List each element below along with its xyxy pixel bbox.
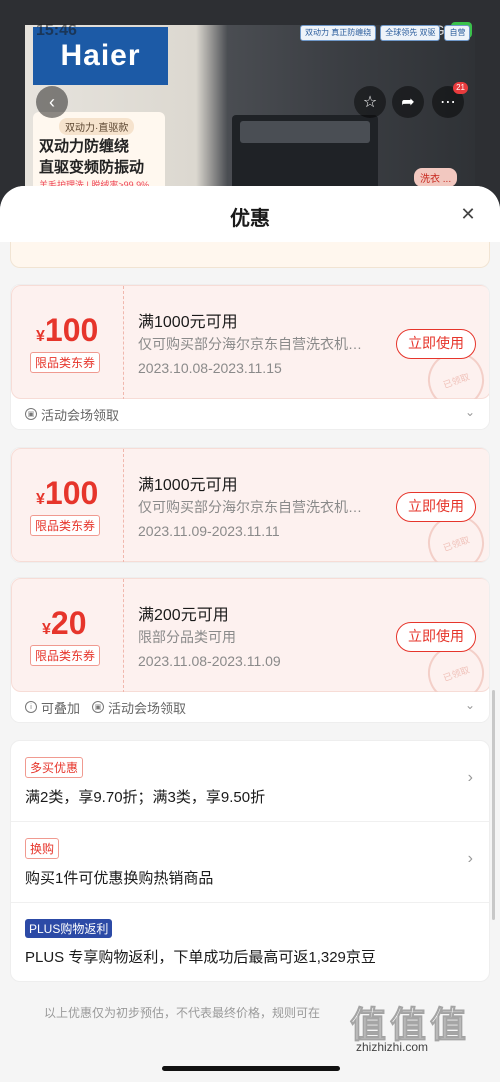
coupon: ¥100 限品类东券 满1000元可用 仅可购买部分海尔京东自营洗衣机… 202…	[11, 285, 490, 399]
amount-value: 100	[45, 312, 98, 348]
promotions-list: 多买优惠 满2类，享9.70折；满3类，享9.50折 › 换购 购买1件可优惠换…	[10, 740, 490, 982]
coupon-title: 满1000元可用	[138, 471, 238, 495]
coupon-type-tag: 限品类东券	[30, 352, 100, 373]
more-button[interactable]: ⋯21	[432, 86, 464, 118]
sheet-title: 优惠	[0, 202, 500, 231]
status-time: 15:46	[36, 22, 77, 40]
coupon-date: 2023.11.08-2023.11.09	[138, 653, 281, 669]
activity-label: 活动会场领取	[108, 698, 186, 717]
offers-scroll[interactable]: ¥100 限品类东券 满1000元可用 仅可购买部分海尔京东自营洗衣机… 202…	[0, 242, 500, 1002]
currency-symbol: ¥	[36, 491, 45, 508]
coupon-footer[interactable]: ▣ 活动会场领取 ⌄	[11, 399, 489, 429]
coupon-amount-area: ¥100 限品类东券	[12, 286, 124, 400]
coupon-card: ¥20 限品类东券 满200元可用 限部分品类可用 2023.11.08-202…	[10, 577, 490, 723]
offers-sheet: 优惠 ✕ ¥100 限品类东券 满1000元可用 仅可购买部分海尔京东自营洗衣机…	[0, 186, 500, 1082]
promo-pill: 双动力·直驱款	[59, 118, 134, 135]
ticket-icon: ▣	[92, 701, 104, 713]
amount-value: 100	[45, 475, 98, 511]
chevron-down-icon[interactable]: ⌄	[465, 405, 475, 419]
site-watermark: 值值值 zhizhizhi.com	[350, 996, 500, 1056]
feature-badge: 全球领先 双驱	[380, 25, 440, 41]
scrollbar[interactable]	[492, 690, 495, 920]
currency-symbol: ¥	[36, 328, 45, 345]
promotion-row[interactable]: 换购 购买1件可优惠换购热销商品 ›	[11, 822, 489, 903]
coupon-desc: 仅可购买部分海尔京东自营洗衣机…	[138, 334, 383, 354]
activity-claim: ▣ 活动会场领取	[25, 405, 119, 424]
currency-symbol: ¥	[42, 621, 51, 638]
coupon-desc: 限部分品类可用	[138, 627, 383, 647]
share-icon: ➦	[401, 92, 414, 112]
promotion-tag: 多买优惠	[25, 757, 83, 778]
chevron-down-icon[interactable]: ⌄	[465, 698, 475, 712]
promo-line: 直驱变频防振动	[39, 157, 159, 178]
coupon-card: ¥100 限品类东券 满1000元可用 仅可购买部分海尔京东自营洗衣机… 202…	[10, 447, 490, 563]
partial-coupon-card	[10, 242, 490, 268]
home-indicator	[162, 1066, 340, 1071]
more-icon: ⋯	[440, 92, 456, 112]
stackable-tag: i 可叠加	[25, 698, 80, 717]
coupon-footer[interactable]: i 可叠加 ▣ 活动会场领取 ⌄	[11, 692, 489, 722]
promotion-text: 购买1件可优惠换购热销商品	[25, 867, 475, 888]
chevron-right-icon: ›	[468, 769, 473, 787]
coupon-card: ¥100 限品类东券 满1000元可用 仅可购买部分海尔京东自营洗衣机… 202…	[10, 284, 490, 430]
brand-text: Haier	[60, 39, 140, 73]
activity-claim: ▣ 活动会场领取	[92, 698, 186, 717]
coupon-type-tag: 限品类东券	[30, 515, 100, 536]
coupon-date: 2023.10.08-2023.11.15	[138, 360, 282, 376]
coupon: ¥20 限品类东券 满200元可用 限部分品类可用 2023.11.08-202…	[11, 578, 490, 692]
coupon-amount-area: ¥20 限品类东券	[12, 579, 124, 693]
coupon-desc: 仅可购买部分海尔京东自营洗衣机…	[138, 497, 383, 517]
promo-line: 双动力防缠绕	[39, 136, 159, 157]
coupon: ¥100 限品类东券 满1000元可用 仅可购买部分海尔京东自营洗衣机… 202…	[11, 448, 490, 562]
more-badge: 21	[453, 82, 468, 94]
footnote: 以上优惠仅为初步预估，不代表最终价格，规则可在	[44, 1004, 320, 1021]
share-button[interactable]: ➦	[392, 86, 424, 118]
coupon-amount: ¥100	[36, 475, 98, 512]
coupon-amount: ¥100	[36, 312, 98, 349]
use-now-button[interactable]: 立即使用	[396, 329, 476, 359]
amount-value: 20	[51, 605, 87, 641]
feature-badges: 双动力 真正防缠绕 全球领先 双驱 自营	[300, 25, 470, 41]
promotion-tag: PLUS购物返利	[25, 919, 112, 938]
washer-lid	[240, 121, 370, 143]
promotion-tag: 换购	[25, 838, 59, 859]
promotion-row: PLUS购物返利 PLUS 专享购物返利，下单成功后最高可返1,329京豆	[11, 903, 489, 981]
use-now-button[interactable]: 立即使用	[396, 622, 476, 652]
corner-sticker: 洗衣 ...	[414, 168, 457, 187]
promotion-text: 满2类，享9.70折；满3类，享9.50折	[25, 786, 475, 807]
promotion-text: PLUS 专享购物返利，下单成功后最高可返1,329京豆	[25, 946, 475, 967]
coupon-title: 满1000元可用	[138, 308, 238, 332]
coupon-title: 满200元可用	[138, 601, 229, 625]
coupon-amount-area: ¥100 限品类东券	[12, 449, 124, 563]
chevron-left-icon: ‹	[49, 92, 55, 113]
feature-badge: 双动力 真正防缠绕	[300, 25, 376, 41]
close-button[interactable]: ✕	[458, 204, 478, 224]
coupon-amount: ¥20	[42, 605, 87, 642]
product-promo-card: 双动力·直驱款 双动力防缠绕 直驱变频防振动 羊毛护理洗 | 脱绒率>99.9%	[33, 112, 165, 192]
star-icon: ☆	[363, 92, 377, 112]
ticket-icon: ▣	[25, 408, 37, 420]
activity-label: 活动会场领取	[41, 405, 119, 424]
close-icon: ✕	[460, 204, 475, 224]
sheet-header: 优惠 ✕	[0, 186, 500, 242]
watermark-url: zhizhizhi.com	[356, 1040, 428, 1054]
use-now-button[interactable]: 立即使用	[396, 492, 476, 522]
favorite-button[interactable]: ☆	[354, 86, 386, 118]
info-icon: i	[25, 701, 37, 713]
coupon-type-tag: 限品类东券	[30, 645, 100, 666]
coupon-date: 2023.11.09-2023.11.11	[138, 523, 280, 539]
stackable-label: 可叠加	[41, 698, 80, 717]
promotion-row[interactable]: 多买优惠 满2类，享9.70折；满3类，享9.50折 ›	[11, 741, 489, 822]
back-button[interactable]: ‹	[36, 86, 68, 118]
feature-badge: 自营	[444, 25, 470, 41]
chevron-right-icon: ›	[468, 850, 473, 868]
